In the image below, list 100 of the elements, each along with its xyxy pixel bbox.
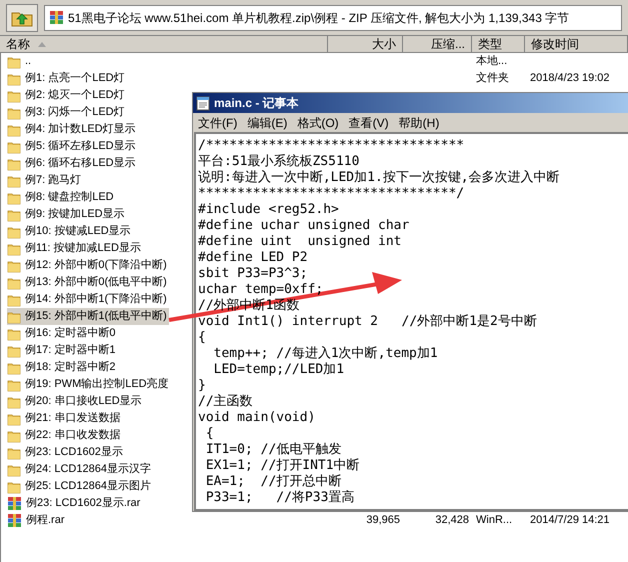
code-line: #define uchar unsigned char: [198, 218, 410, 234]
file-item[interactable]: 例13: 外部中断0(低电平中断): [7, 274, 169, 291]
file-item[interactable]: 例20: 串口接收LED显示: [7, 393, 144, 410]
column-header[interactable]: 大小: [328, 36, 403, 52]
file-item[interactable]: 例8: 键盘控制LED: [7, 189, 116, 206]
archive-icon: [7, 513, 22, 528]
code-line: sbit P33=P3^3;: [198, 266, 308, 282]
menu-item[interactable]: 帮助(H): [398, 114, 440, 132]
column-header[interactable]: 类型: [472, 36, 525, 52]
folder-icon: [7, 174, 21, 188]
folder-icon: [7, 106, 21, 120]
file-item[interactable]: 例15: 外部中断1(低电平中断): [7, 308, 169, 325]
up-folder-button[interactable]: [6, 4, 38, 32]
file-type: WinR...: [476, 514, 512, 526]
folder-icon: [7, 54, 21, 68]
file-item[interactable]: 例14: 外部中断1(下降沿中断): [7, 291, 169, 308]
menu-item[interactable]: 查看(V): [348, 114, 389, 132]
file-item[interactable]: 例24: LCD12864显示汉字: [7, 461, 153, 478]
file-item[interactable]: 例21: 串口发送数据: [7, 410, 122, 427]
file-item[interactable]: 例7: 跑马灯: [7, 172, 84, 189]
modified-time: 2018/4/23 19:02: [530, 72, 610, 84]
file-item[interactable]: 例25: LCD12864显示图片: [7, 478, 153, 495]
folder-icon: [7, 360, 21, 374]
file-item[interactable]: 例2: 熄灭一个LED灯: [7, 87, 127, 104]
folder-icon: [7, 446, 21, 460]
folder-icon: [7, 122, 21, 136]
file-item[interactable]: 例12: 外部中断0(下降沿中断): [7, 257, 169, 274]
column-header[interactable]: 压缩...: [403, 36, 472, 52]
code-line: *********************************/: [198, 186, 464, 202]
code-line: LED=temp;//LED加1: [212, 362, 344, 378]
packed-size: 32,428: [435, 514, 469, 526]
file-item[interactable]: 例5: 循环左移LED显示: [7, 138, 138, 155]
code-line: }: [198, 378, 206, 394]
file-item[interactable]: 例17: 定时器中断1: [7, 342, 118, 359]
code-line: IT1=0; //低电平触发: [204, 442, 342, 458]
folder-icon: [7, 310, 21, 324]
address-bar[interactable]: 51黑电子论坛 www.51hei.com 单片机教程.zip\例程 - ZIP 压缩文件, 解包大小为 1,139,343 字节: [44, 4, 622, 30]
file-item[interactable]: 例程.rar: [7, 512, 66, 529]
menu-item[interactable]: 文件(F): [198, 114, 238, 132]
file-item[interactable]: 例10: 按键减LED显示: [7, 223, 133, 240]
file-type: 文件夹: [476, 72, 509, 84]
file-item[interactable]: 例18: 定时器中断2: [7, 359, 118, 376]
file-size: 39,965: [366, 514, 400, 526]
file-item[interactable]: 例23: LCD1602显示: [7, 444, 125, 461]
folder-icon: [7, 224, 21, 238]
folder-icon: [7, 208, 21, 222]
folder-icon: [7, 428, 21, 442]
file-item[interactable]: 例3: 闪烁一个LED灯: [7, 104, 127, 121]
code-line: //主函数: [198, 394, 253, 410]
folder-icon: [7, 276, 21, 290]
code-line: uchar temp=0xff;: [198, 282, 324, 298]
code-line: temp++; //每进入1次中断,temp加1: [212, 346, 438, 362]
file-item[interactable]: 例6: 循环右移LED显示: [7, 155, 138, 172]
archive-icon: [7, 496, 22, 511]
menu-item[interactable]: 编辑(E): [247, 114, 288, 132]
code-line: EX1=1; //打开INT1中断: [204, 458, 360, 474]
folder-icon: [7, 156, 21, 170]
column-header[interactable]: 修改时间: [525, 36, 628, 52]
file-type: 本地...: [476, 55, 508, 67]
modified-time: 2014/7/29 14:21: [530, 514, 610, 526]
code-line: 平台:51最小系统板ZS5110: [198, 154, 360, 170]
folder-icon: [7, 140, 21, 154]
code-line: /*********************************: [198, 138, 464, 154]
folder-icon: [7, 326, 21, 340]
window-title: main.c - 记事本: [214, 95, 299, 112]
code-line: #include <reg52.h>: [198, 202, 339, 218]
folder-icon: [7, 72, 21, 86]
file-item[interactable]: 例19: PWM输出控制LED亮度: [7, 376, 171, 393]
code-line: P33=1; //将P33置高: [204, 490, 354, 506]
folder-icon: [7, 344, 21, 358]
code-line: void main(void): [198, 410, 316, 426]
file-item[interactable]: 例22: 串口收发数据: [7, 427, 122, 444]
code-line: #define uint unsigned int: [198, 234, 402, 250]
folder-icon: [7, 412, 21, 426]
folder-icon: [7, 462, 21, 476]
notepad-icon: [196, 96, 210, 110]
column-header[interactable]: 名称: [0, 36, 328, 52]
folder-icon: [7, 242, 21, 256]
code-line: #define LED P2: [198, 250, 308, 266]
folder-icon: [7, 394, 21, 408]
code-line: 说明:每进入一次中断,LED加1.按下一次按键,会多次进入中断: [198, 170, 560, 186]
file-item[interactable]: 例11: 按键加减LED显示: [7, 240, 143, 257]
file-item[interactable]: 例16: 定时器中断0: [7, 325, 118, 342]
archive-icon: [49, 10, 64, 25]
code-line: {: [198, 330, 206, 346]
folder-icon: [7, 292, 21, 306]
folder-icon: [7, 258, 21, 272]
menu-item[interactable]: 格式(O): [297, 114, 339, 132]
folder-icon: [7, 378, 21, 392]
file-item[interactable]: 例9: 按键加LED显示: [7, 206, 127, 223]
code-line: {: [204, 426, 214, 442]
folder-icon: [7, 88, 21, 102]
file-item[interactable]: 例4: 加计数LED灯显示: [7, 121, 138, 138]
file-item[interactable]: ..: [7, 53, 34, 70]
folder-icon: [7, 190, 21, 204]
code-line: void Int1() interrupt 2 //外部中断1是2号中断: [198, 314, 537, 330]
code-line: EA=1; //打开总中断: [204, 474, 342, 490]
folder-icon: [7, 480, 21, 494]
file-item[interactable]: 例1: 点亮一个LED灯: [7, 70, 127, 87]
file-item[interactable]: 例23: LCD1602显示.rar: [7, 495, 142, 512]
